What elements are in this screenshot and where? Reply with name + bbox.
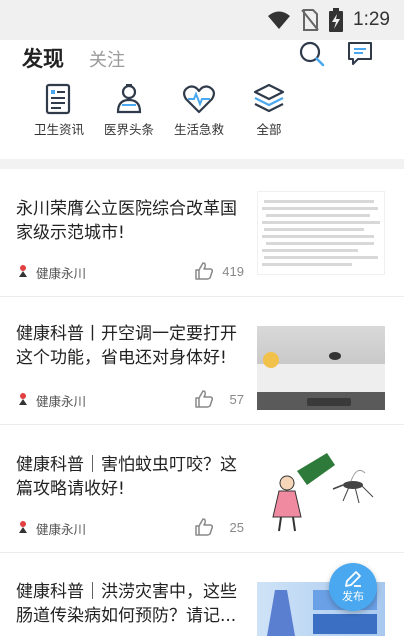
search-button[interactable] <box>298 40 326 68</box>
category-health-news[interactable]: 卫生资讯 <box>21 82 97 138</box>
battery-charging-icon <box>329 8 344 32</box>
news-title: 健康科普丨开空调一定要打开这个功能，省电还对身体好! <box>16 324 237 368</box>
category-all[interactable]: 全部 <box>231 82 307 138</box>
message-icon <box>348 42 372 65</box>
like-icon[interactable] <box>194 261 214 281</box>
author-name: 健康永川 <box>36 522 87 537</box>
news-meta: 健康永川 419 <box>16 261 244 281</box>
news-thumbnail <box>257 191 385 275</box>
category-label: 全部 <box>256 122 282 137</box>
news-item[interactable]: 健康科普丨开空调一定要打开这个功能，省电还对身体好! 健康永川 57 <box>0 297 404 425</box>
tab-discover[interactable]: 发现 <box>22 43 64 73</box>
doctor-icon <box>116 84 142 114</box>
status-time: 1:29 <box>353 9 390 30</box>
news-title: 健康科普｜害怕蚊虫叮咬？这篇攻略请收好! <box>16 455 237 499</box>
author-avatar-icon <box>19 265 27 277</box>
publish-button[interactable]: 发布 <box>329 563 377 611</box>
status-icons: 1:29 <box>267 8 390 32</box>
news-thumbnail <box>257 326 385 410</box>
author-name: 健康永川 <box>36 266 87 281</box>
like-icon[interactable] <box>194 517 214 537</box>
document-thumbnail <box>262 200 380 266</box>
heartbeat-icon <box>182 85 216 114</box>
section-divider <box>0 159 404 169</box>
news-title: 永川荣膺公立医院综合改革国家级示范城市! <box>16 199 237 243</box>
news-meta: 健康永川 57 <box>16 389 244 409</box>
category-label: 卫生资讯 <box>33 122 84 137</box>
news-title: 健康科普｜洪涝灾害中，这些肠道传染病如何预防？请记... <box>16 582 237 626</box>
message-button[interactable] <box>346 40 374 68</box>
layers-icon <box>253 83 285 113</box>
mosquito-cartoon-thumbnail <box>272 453 374 532</box>
category-medical-headlines[interactable]: 医界头条 <box>91 82 167 138</box>
no-sim-icon <box>301 9 319 31</box>
like-count: 57 <box>229 392 244 407</box>
author-name: 健康永川 <box>36 394 87 409</box>
category-first-aid[interactable]: 生活急救 <box>161 82 237 138</box>
header: 发现 关注 <box>0 40 404 78</box>
wifi-icon <box>268 11 291 29</box>
status-bar: 1:29 <box>0 0 404 40</box>
like-count: 419 <box>222 264 244 279</box>
category-label: 医界头条 <box>103 122 154 137</box>
category-bar: 卫生资讯 医界头条 生活急救 全部 <box>0 82 404 140</box>
like-count: 25 <box>229 520 244 535</box>
tab-follow[interactable]: 关注 <box>89 46 125 72</box>
publish-label: 发布 <box>342 590 364 603</box>
news-item[interactable]: 健康科普｜害怕蚊虫叮咬？这篇攻略请收好! 健康永川 25 <box>0 425 404 553</box>
like-icon[interactable] <box>194 389 214 409</box>
news-meta: 健康永川 25 <box>16 517 244 537</box>
news-thumbnail <box>257 451 385 535</box>
air-conditioner-thumbnail <box>257 352 385 410</box>
category-label: 生活急救 <box>173 122 224 137</box>
author-avatar-icon <box>19 393 27 405</box>
search-icon <box>299 41 325 67</box>
news-icon <box>45 83 71 115</box>
author-avatar-icon <box>19 521 27 533</box>
edit-icon <box>345 571 361 587</box>
news-item[interactable]: 永川荣膺公立医院综合改革国家级示范城市! 健康永川 419 <box>0 169 404 297</box>
